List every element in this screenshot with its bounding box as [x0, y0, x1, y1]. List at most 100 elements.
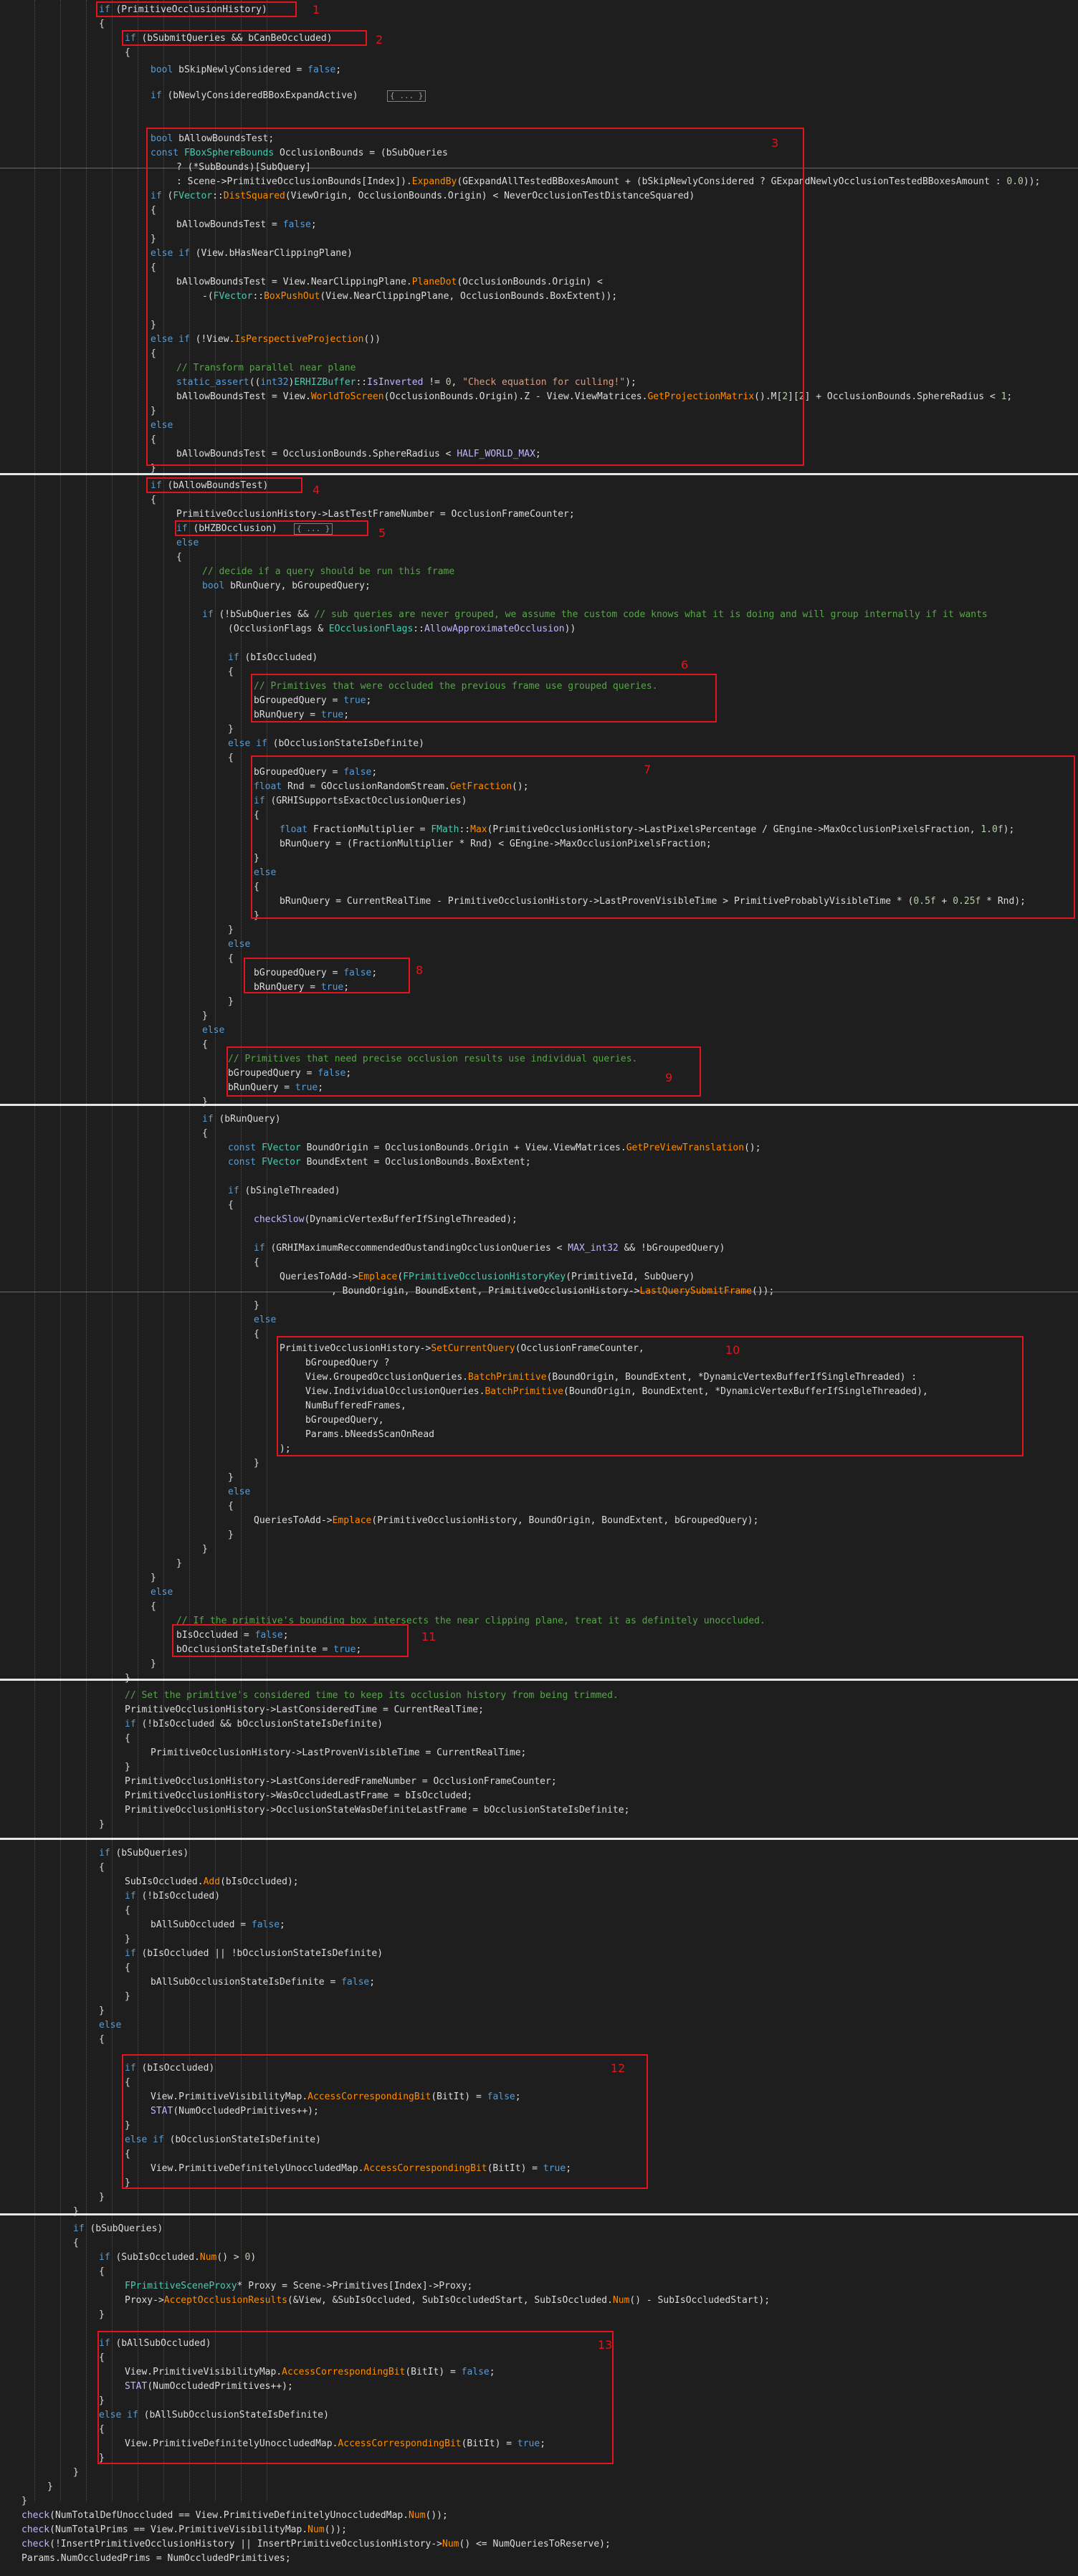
code-line[interactable]: {: [254, 1327, 259, 1342]
code-line[interactable]: else: [99, 2018, 121, 2033]
code-line[interactable]: bAllSubOcclusionStateIsDefinite = false;: [151, 1975, 375, 1990]
code-line[interactable]: }: [73, 2205, 79, 2219]
code-line[interactable]: // decide if a query should be run this …: [202, 565, 454, 579]
code-line[interactable]: {: [125, 1961, 130, 1975]
code-line[interactable]: if (SubIsOccluded.Num() > 0): [99, 2251, 256, 2265]
code-line[interactable]: else: [228, 1485, 250, 1499]
code-line[interactable]: }: [151, 1657, 156, 1671]
code-line[interactable]: else: [176, 536, 199, 550]
annotation-box-10: [277, 1336, 1024, 1456]
annotation-box-1: [96, 1, 297, 17]
code-line[interactable]: }: [99, 2190, 105, 2205]
code-line[interactable]: {: [254, 1256, 259, 1270]
code-line[interactable]: {: [125, 1904, 130, 1918]
code-line[interactable]: {: [151, 1600, 156, 1614]
code-line[interactable]: else: [228, 938, 250, 952]
code-line[interactable]: }: [73, 2466, 79, 2480]
code-line[interactable]: }: [202, 1095, 208, 1110]
code-line[interactable]: }: [228, 1528, 234, 1542]
code-line[interactable]: PrimitiveOcclusionHistory->LastConsidere…: [125, 1703, 484, 1717]
code-line[interactable]: }: [125, 1990, 130, 2004]
code-line[interactable]: if (bSubQueries): [73, 2222, 163, 2236]
code-line[interactable]: {: [99, 17, 105, 32]
code-line[interactable]: {: [176, 550, 182, 565]
code-line[interactable]: else if (bOcclusionStateIsDefinite): [228, 737, 424, 751]
annotation-number: 8: [416, 963, 424, 977]
annotation-number: 3: [771, 136, 779, 150]
code-line[interactable]: PrimitiveOcclusionHistory->LastTestFrame…: [176, 507, 575, 522]
code-line[interactable]: if (GRHIMaximumReccommendedOustandingOcc…: [254, 1241, 725, 1256]
code-line[interactable]: else: [151, 1585, 173, 1600]
code-line[interactable]: if (bNewlyConsideredBBoxExpandActive): [151, 89, 358, 103]
code-line[interactable]: }: [254, 1456, 259, 1471]
code-line[interactable]: check(!InsertPrimitiveOcclusionHistory |…: [22, 2537, 611, 2552]
code-line[interactable]: }: [202, 1009, 208, 1024]
code-line[interactable]: bAllSubOccluded = false;: [151, 1918, 285, 1932]
code-line[interactable]: SubIsOccluded.Add(bIsOccluded);: [125, 1875, 299, 1889]
code-line[interactable]: FPrimitiveSceneProxy* Proxy = Scene->Pri…: [125, 2279, 472, 2294]
code-line[interactable]: {: [228, 751, 234, 765]
annotation-number: 11: [421, 1630, 437, 1644]
code-line[interactable]: QueriesToAdd->Emplace(PrimitiveOcclusion…: [254, 1514, 758, 1528]
code-line[interactable]: QueriesToAdd->Emplace(FPrimitiveOcclusio…: [280, 1270, 695, 1284]
code-line[interactable]: }: [125, 1760, 130, 1775]
code-line[interactable]: Params.NumOccludedPrims = NumOccludedPri…: [22, 2552, 291, 2566]
annotation-number: 9: [665, 1071, 673, 1084]
code-line[interactable]: }: [99, 1818, 105, 1832]
code-line[interactable]: }: [254, 1299, 259, 1313]
code-line[interactable]: check(NumTotalPrims == View.PrimitiveVis…: [22, 2523, 347, 2537]
code-line[interactable]: const FVector BoundExtent = OcclusionBou…: [228, 1155, 531, 1170]
code-line[interactable]: }: [202, 1542, 208, 1557]
code-line[interactable]: {: [228, 1198, 234, 1213]
collapsed-region-marker[interactable]: { ... }: [387, 90, 426, 102]
code-line[interactable]: }: [99, 2308, 105, 2322]
code-line[interactable]: , BoundOrigin, BoundExtent, PrimitiveOcc…: [331, 1284, 774, 1299]
code-line[interactable]: {: [99, 2033, 105, 2047]
code-line[interactable]: if (!bSubQueries && // sub queries are n…: [202, 608, 988, 622]
code-line[interactable]: }: [228, 923, 234, 938]
code-line[interactable]: if (bSubQueries): [99, 1846, 189, 1861]
code-line[interactable]: if (bSingleThreaded): [228, 1184, 340, 1198]
code-line[interactable]: bool bRunQuery, bGroupedQuery;: [202, 579, 371, 593]
code-line[interactable]: const FVector BoundOrigin = OcclusionBou…: [228, 1141, 761, 1155]
code-line[interactable]: {: [99, 1861, 105, 1875]
code-line[interactable]: {: [151, 493, 156, 507]
code-line[interactable]: PrimitiveOcclusionHistory->LastProvenVis…: [151, 1746, 526, 1760]
annotation-box-13: [97, 2331, 614, 2464]
code-line[interactable]: if (!bIsOccluded): [125, 1889, 220, 1904]
code-line[interactable]: PrimitiveOcclusionHistory->WasOccludedLa…: [125, 1789, 472, 1803]
code-line[interactable]: checkSlow(DynamicVertexBufferIfSingleThr…: [254, 1213, 517, 1227]
code-line[interactable]: PrimitiveOcclusionHistory->LastConsidere…: [125, 1775, 557, 1789]
code-line[interactable]: (OcclusionFlags & EOcclusionFlags::Allow…: [228, 622, 576, 636]
code-line[interactable]: }: [22, 2494, 27, 2509]
code-line[interactable]: {: [228, 1499, 234, 1514]
code-line[interactable]: // Set the primitive's considered time t…: [125, 1689, 619, 1703]
code-line[interactable]: {: [228, 665, 234, 679]
code-line[interactable]: }: [228, 722, 234, 737]
code-line[interactable]: {: [125, 46, 130, 60]
annotation-number: 10: [725, 1343, 740, 1357]
code-line[interactable]: {: [202, 1038, 208, 1052]
code-line[interactable]: }: [176, 1557, 182, 1571]
code-line[interactable]: else: [202, 1024, 224, 1038]
code-line[interactable]: if (bRunQuery): [202, 1112, 281, 1127]
code-line[interactable]: }: [228, 995, 234, 1009]
code-line[interactable]: if (!bIsOccluded && bOcclusionStateIsDef…: [125, 1717, 383, 1732]
code-line[interactable]: {: [228, 952, 234, 966]
code-line[interactable]: {: [73, 2236, 79, 2251]
code-line[interactable]: bool bSkipNewlyConsidered = false;: [151, 63, 341, 77]
code-line[interactable]: PrimitiveOcclusionHistory->OcclusionStat…: [125, 1803, 629, 1818]
code-line[interactable]: }: [125, 1932, 130, 1947]
code-line[interactable]: {: [99, 2265, 105, 2279]
code-line[interactable]: if (bIsOccluded || !bOcclusionStateIsDef…: [125, 1947, 383, 1961]
code-line[interactable]: check(NumTotalDefUnoccluded == View.Prim…: [22, 2509, 448, 2523]
code-line[interactable]: else: [254, 1313, 276, 1327]
code-line[interactable]: }: [99, 2004, 105, 2018]
code-line[interactable]: }: [151, 1571, 156, 1585]
code-line[interactable]: if (bIsOccluded): [228, 651, 318, 665]
code-line[interactable]: Proxy->AcceptOcclusionResults(&View, &Su…: [125, 2294, 770, 2308]
code-line[interactable]: {: [202, 1127, 208, 1141]
code-line[interactable]: }: [47, 2480, 53, 2494]
code-line[interactable]: {: [125, 1732, 130, 1746]
code-line[interactable]: }: [228, 1471, 234, 1485]
